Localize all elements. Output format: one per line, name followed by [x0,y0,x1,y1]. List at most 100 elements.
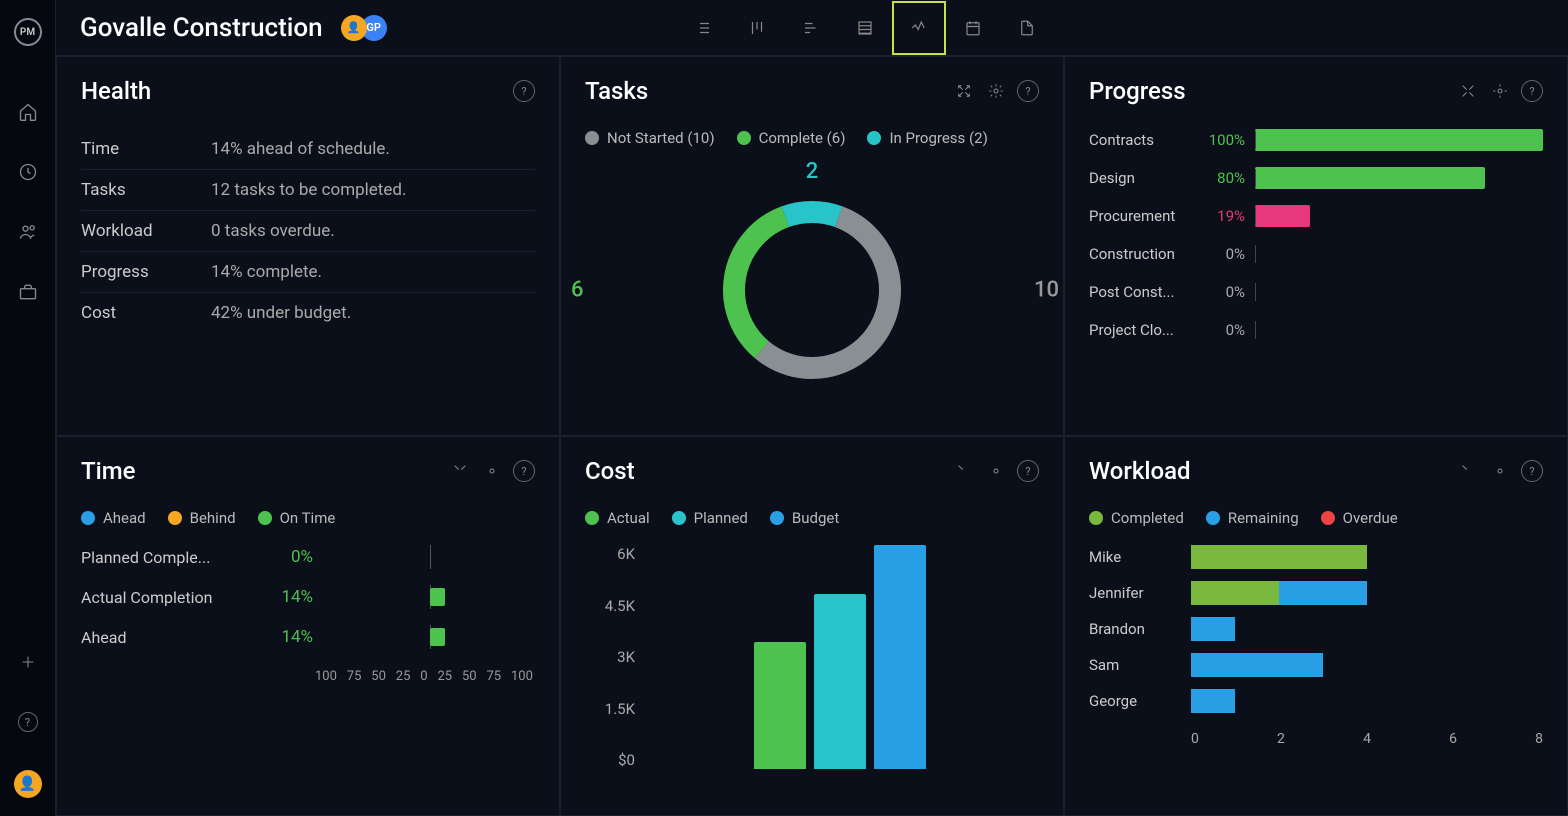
gear-icon[interactable] [1489,460,1511,482]
health-row: Progress14% complete. [81,252,535,293]
time-label: Ahead [81,628,251,647]
progress-percent: 80% [1199,169,1245,187]
legend-item: Completed [1089,509,1184,527]
cost-bar [754,642,806,769]
progress-percent: 100% [1199,131,1245,149]
legend-item: Budget [770,509,839,527]
help-icon[interactable]: ? [513,80,535,102]
clock-icon[interactable] [16,160,40,184]
help-icon[interactable]: ? [513,460,535,482]
health-label: Progress [81,262,211,282]
progress-label: Construction [1089,245,1189,263]
progress-bar [1255,319,1543,341]
progress-row: Design 80% [1089,167,1543,189]
legend-item: Behind [168,509,236,527]
sidebar: PM ? 👤 [0,0,56,816]
legend-item: Planned [672,509,748,527]
project-title: Govalle Construction [80,13,323,43]
health-label: Tasks [81,180,211,200]
panel-title: Workload [1089,457,1191,485]
expand-icon[interactable] [449,460,471,482]
workload-bar [1191,545,1543,569]
progress-label: Project Clo... [1089,321,1189,339]
users-icon[interactable] [16,220,40,244]
help-icon[interactable]: ? [1521,80,1543,102]
time-bar [325,625,535,649]
workload-row: Jennifer [1089,581,1543,605]
help-icon[interactable]: ? [1521,460,1543,482]
time-row: Actual Completion 14% [81,585,535,609]
workload-bar [1191,581,1543,605]
health-value: 14% ahead of schedule. [211,139,390,159]
gear-icon[interactable] [985,460,1007,482]
view-sheet-icon[interactable] [838,1,892,55]
time-percent: 14% [263,587,313,607]
help-icon[interactable]: ? [16,710,40,734]
view-calendar-icon[interactable] [946,1,1000,55]
health-value: 42% under budget. [211,303,351,323]
panel-title: Cost [585,457,635,485]
workload-row: Mike [1089,545,1543,569]
view-list-icon[interactable] [676,1,730,55]
health-value: 0 tasks overdue. [211,221,335,241]
progress-label: Procurement [1089,207,1189,225]
gear-icon[interactable] [985,80,1007,102]
legend-item: Actual [585,509,650,527]
expand-icon[interactable] [1457,460,1479,482]
workload-bar [1191,653,1543,677]
panel-title: Health [81,77,151,105]
panel-workload: Workload ? CompletedRemainingOverdue Mik… [1064,436,1568,816]
cost-bar-chart: $01.5K3K4.5K6K [585,545,1039,795]
view-board-icon[interactable] [730,1,784,55]
gear-icon[interactable] [1489,80,1511,102]
panel-tasks: Tasks ? Not Started (10)Complete (6)In P… [560,56,1064,436]
plus-icon[interactable] [16,650,40,674]
legend-item: Not Started (10) [585,129,715,147]
app-logo[interactable]: PM [14,18,42,46]
view-gantt-icon[interactable] [784,1,838,55]
time-percent: 0% [263,547,313,567]
view-dashboard-icon[interactable] [892,1,946,55]
time-bar [325,545,535,569]
progress-row: Procurement 19% [1089,205,1543,227]
time-bar [325,585,535,609]
legend-item: In Progress (2) [867,129,987,147]
progress-row: Contracts 100% [1089,129,1543,151]
view-file-icon[interactable] [1000,1,1054,55]
progress-label: Contracts [1089,131,1189,149]
progress-percent: 0% [1199,321,1245,339]
progress-label: Design [1089,169,1189,187]
expand-icon[interactable] [953,80,975,102]
help-icon[interactable]: ? [1017,460,1039,482]
donut-label-inprogress: 2 [806,159,819,184]
member-avatars[interactable]: 👤 GP [341,15,387,41]
workload-row: Sam [1089,653,1543,677]
tasks-donut-chart: 2 10 6 [585,165,1039,415]
help-icon[interactable]: ? [1017,80,1039,102]
time-percent: 14% [263,627,313,647]
progress-bar [1255,243,1543,265]
donut-label-complete: 6 [571,278,584,303]
home-icon[interactable] [16,100,40,124]
progress-percent: 0% [1199,245,1245,263]
expand-icon[interactable] [953,460,975,482]
workload-label: Sam [1089,656,1181,674]
cost-bar [874,545,926,769]
progress-label: Post Const... [1089,283,1189,301]
user-avatar[interactable]: 👤 [14,770,42,798]
cost-bar [814,594,866,769]
progress-bar [1255,167,1543,189]
time-label: Actual Completion [81,588,251,607]
time-row: Planned Comple... 0% [81,545,535,569]
health-row: Tasks12 tasks to be completed. [81,170,535,211]
panel-cost: Cost ? Actual Planned Budget $01.5K3K4.5K6… [560,436,1064,816]
progress-row: Post Const... 0% [1089,281,1543,303]
expand-icon[interactable] [1457,80,1479,102]
gear-icon[interactable] [481,460,503,482]
health-value: 12 tasks to be completed. [211,180,406,200]
workload-row: George [1089,689,1543,713]
progress-bar [1255,129,1543,151]
briefcase-icon[interactable] [16,280,40,304]
progress-bar [1255,205,1543,227]
progress-bar [1255,281,1543,303]
